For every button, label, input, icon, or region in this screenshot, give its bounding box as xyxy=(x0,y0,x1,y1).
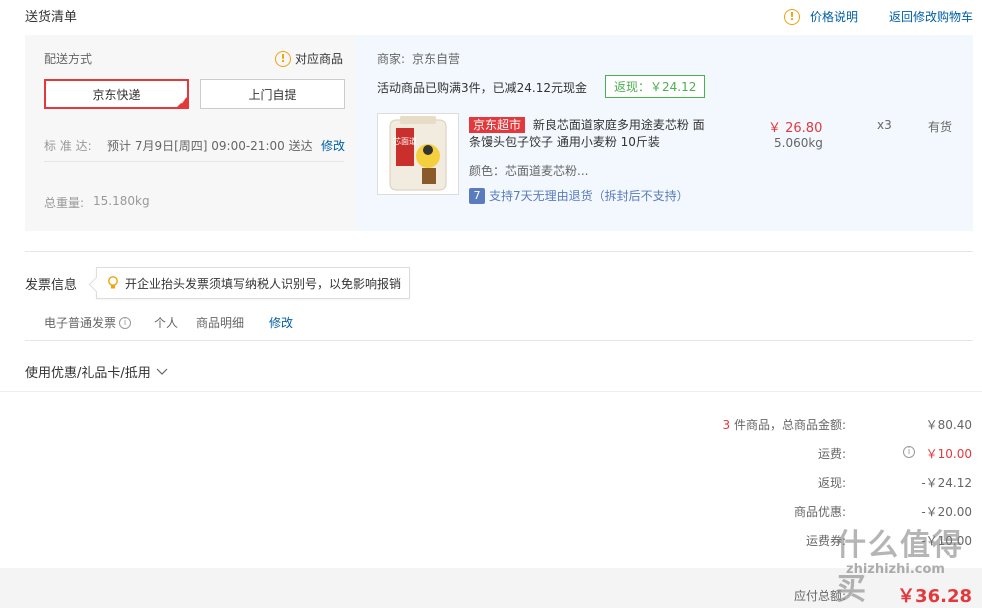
product-price: ￥ 26.80 xyxy=(768,121,823,136)
invoice-type: 电子普通发票 i xyxy=(44,314,132,331)
express-delivery-button[interactable]: 京东快递 ✓ xyxy=(44,79,189,109)
invoice-title: 发票信息 xyxy=(25,278,78,293)
summary-total-value: ￥80.40 xyxy=(925,418,972,432)
divider xyxy=(25,251,973,252)
coupons-label: 使用优惠/礼品卡/抵用 xyxy=(25,366,151,381)
summary-shipping-discount-row: 运费券: -￥10.00 xyxy=(0,532,982,552)
eta-label: 标 准 达: xyxy=(44,139,92,153)
invoice-modify-link[interactable]: 修改 xyxy=(269,314,293,331)
info-icon: ! xyxy=(784,8,800,25)
self-pickup-button[interactable]: 上门自提 xyxy=(200,79,345,109)
invoice-holder: 个人 xyxy=(154,316,179,330)
summary-discount-row: 商品优惠: -￥20.00 xyxy=(0,503,982,523)
watermark-url: zhizhizhi.com xyxy=(846,562,945,577)
return-policy-icon: 7 xyxy=(469,187,485,204)
product-name-line1: 新良芯面道家庭多用途麦芯粉 面 xyxy=(532,118,705,132)
invoice-tooltip: 开企业抬头发票须填写纳税人识别号，以免影响报销 xyxy=(96,267,410,299)
invoice-content: 商品明细 xyxy=(196,316,245,330)
eta-value: 预计 7月9日[周四] 09:00-21:00 送达 xyxy=(107,139,313,153)
info-icon[interactable]: i xyxy=(119,316,132,329)
info-icon: ! xyxy=(275,50,291,67)
product-image[interactable]: 芯面道 xyxy=(377,113,459,195)
return-policy: 7 支持7天无理由退货（拆封后不支持） xyxy=(469,187,689,204)
merchant-label: 商家: xyxy=(377,52,406,66)
divider xyxy=(44,161,344,162)
summary-total-label: 3 件商品，总商品金额: xyxy=(722,416,846,433)
delivery-panel: 配送方式 ! 对应商品 京东快递 ✓ 上门自提 标 准 达: 预计 7月9日[周… xyxy=(25,35,355,231)
divider xyxy=(0,391,982,392)
cashback-value: -￥24.12 xyxy=(921,476,972,490)
cashback-label: 返现: xyxy=(817,476,846,490)
discount-value: -￥20.00 xyxy=(921,505,972,519)
product-quantity: x3 xyxy=(877,118,892,132)
invoice-tooltip-text: 开企业抬头发票须填写纳税人识别号，以免影响报销 xyxy=(125,276,402,291)
product-name-line2[interactable]: 条馒头包子饺子 通用小麦粉 10斤装 xyxy=(469,135,660,149)
summary-cashback-row: 返现: -￥24.12 xyxy=(0,474,982,494)
divider xyxy=(25,340,973,341)
invoice-type-label: 电子普通发票 xyxy=(44,316,117,330)
product-title[interactable]: 京东超市 新良芯面道家庭多用途麦芯粉 面 xyxy=(469,115,705,135)
flour-bag-icon: 芯面道 xyxy=(389,116,447,191)
cashback-badge: 返现：￥24.12 xyxy=(605,75,706,98)
product-image-text: 芯面道 xyxy=(393,136,417,146)
summary-total-row: 3 件商品，总商品金额: ￥80.40 xyxy=(0,416,982,436)
price-note-label[interactable]: 价格说明 xyxy=(810,8,858,25)
product-stock: 有货 xyxy=(928,120,953,134)
lightbulb-icon xyxy=(108,276,118,289)
matching-products-link[interactable]: ! 对应商品 xyxy=(275,50,343,67)
item-count-suffix: 件商品，总商品金额: xyxy=(733,418,846,432)
express-delivery-label: 京东快递 xyxy=(92,87,141,102)
weight-value: 15.180kg xyxy=(93,194,150,208)
item-count: 3 xyxy=(722,418,731,432)
payable-bar: 应付总额: ￥36.28 xyxy=(0,568,982,608)
merchant-name: 京东自营 xyxy=(412,52,461,66)
discount-label: 商品优惠: xyxy=(793,505,846,519)
eta-modify-link[interactable]: 修改 xyxy=(321,137,345,154)
shipping-label: 运费: xyxy=(817,447,846,461)
coupons-toggle[interactable]: 使用优惠/礼品卡/抵用 xyxy=(25,362,168,381)
chevron-down-icon xyxy=(156,368,168,375)
matching-products-label[interactable]: 对应商品 xyxy=(295,50,343,67)
weight-label: 总重量: xyxy=(44,196,85,210)
page-title: 送货清单 xyxy=(25,10,78,25)
shipping-value: ￥10.00 xyxy=(925,447,972,461)
promo-text: 活动商品已购满3件，已减24.12元现金 xyxy=(377,81,587,95)
product-color: 颜色：芯面道麦芯粉... xyxy=(469,164,589,178)
self-pickup-label: 上门自提 xyxy=(248,87,297,102)
product-weight: 5.060kg xyxy=(774,136,823,150)
check-icon: ✓ xyxy=(180,98,186,106)
return-policy-text: 支持7天无理由退货（拆封后不支持） xyxy=(489,189,689,203)
supermarket-tag: 京东超市 xyxy=(469,117,526,133)
delivery-method-label: 配送方式 xyxy=(44,52,93,66)
summary-shipping-row: 运费: i ￥10.00 xyxy=(0,445,982,465)
price-note-link[interactable]: ! 价格说明 xyxy=(784,8,858,25)
back-to-cart-link[interactable]: 返回修改购物车 xyxy=(889,8,973,25)
